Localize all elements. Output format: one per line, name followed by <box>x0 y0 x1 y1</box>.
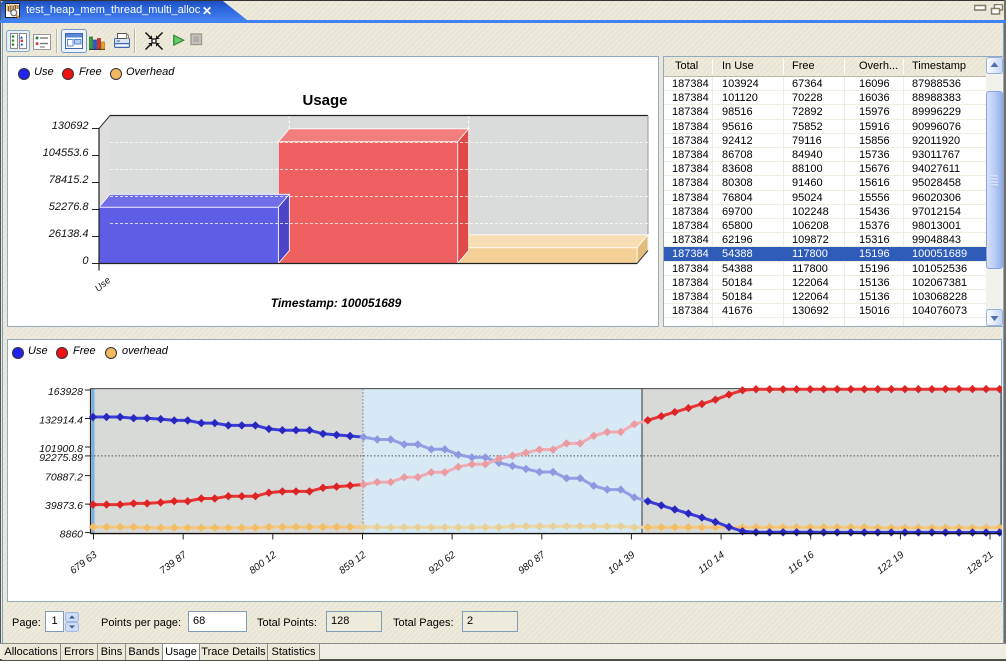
svg-text:679 63: 679 63 <box>68 549 99 576</box>
svg-text:130692: 130692 <box>52 120 89 132</box>
svg-text:52276.8: 52276.8 <box>49 201 90 213</box>
svg-text:104 39: 104 39 <box>606 549 637 576</box>
svg-text:920 62: 920 62 <box>427 549 458 576</box>
svg-text:132914.4: 132914.4 <box>39 415 83 427</box>
svg-text:70887.2: 70887.2 <box>45 472 83 484</box>
svg-text:Use: Use <box>93 275 113 294</box>
svg-text:859 12: 859 12 <box>337 549 368 576</box>
svg-text:163928: 163928 <box>48 386 83 398</box>
svg-text:92275.89: 92275.89 <box>39 452 83 464</box>
svg-text:980 87: 980 87 <box>517 549 548 576</box>
svg-text:39873.6: 39873.6 <box>45 500 83 512</box>
svg-text:78415.2: 78415.2 <box>49 174 89 186</box>
svg-text:104553.6: 104553.6 <box>43 147 90 159</box>
svg-text:800 12: 800 12 <box>248 549 279 576</box>
svg-text:116 16: 116 16 <box>786 549 817 576</box>
svg-text:128 21: 128 21 <box>965 550 996 577</box>
svg-text:26138.4: 26138.4 <box>48 228 89 240</box>
svg-text:122 19: 122 19 <box>875 549 906 576</box>
svg-text:110 14: 110 14 <box>696 549 727 576</box>
svg-text:8860: 8860 <box>60 529 84 541</box>
svg-text:0: 0 <box>82 255 89 267</box>
svg-text:739 87: 739 87 <box>158 549 189 576</box>
